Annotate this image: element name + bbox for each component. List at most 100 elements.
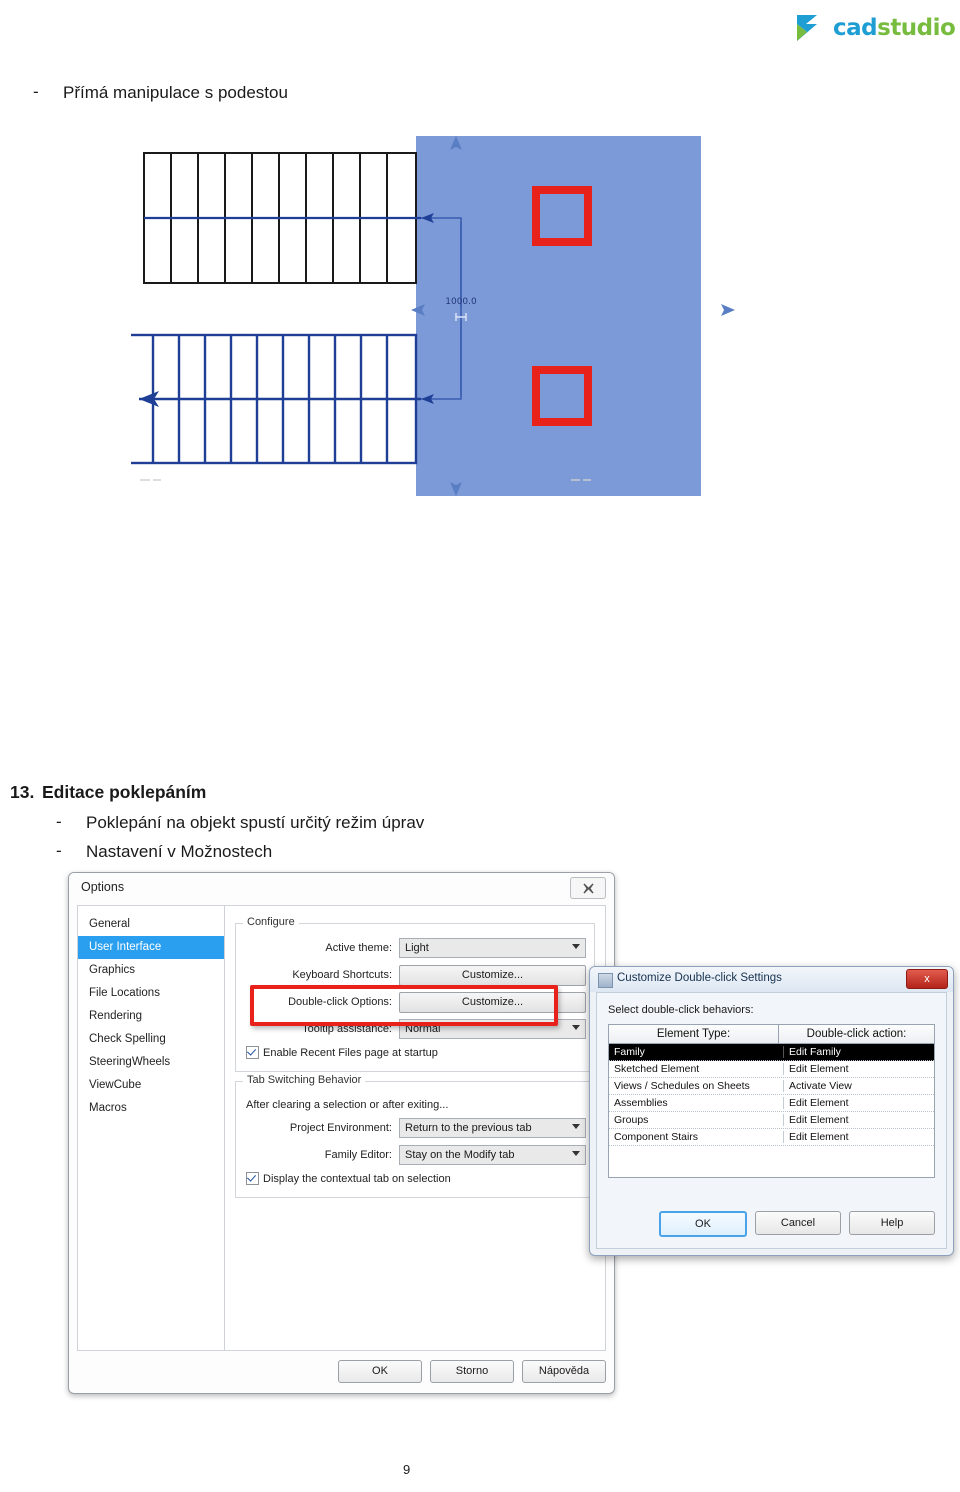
page-title: Editace poklepáním: [42, 782, 207, 802]
cell-element-type: Sketched Element: [609, 1063, 784, 1075]
dc-dialog-title: Customize Double-click Settings: [617, 972, 782, 984]
sidebar-item-user-interface[interactable]: User Interface: [78, 936, 224, 959]
tooltip-assistance-row: Tooltip assistance: Normal: [244, 1019, 586, 1039]
tab-switching-note: After clearing a selection or after exit…: [246, 1099, 449, 1111]
dimension-label: 1000.0: [445, 297, 477, 307]
configure-group: Configure Active theme: Light Keyboard S…: [235, 916, 595, 1072]
brand-logo: cadstudio: [793, 8, 956, 48]
double-click-behaviors-table[interactable]: Element Type: Double-click action: Famil…: [608, 1024, 935, 1178]
options-main-panel: Configure Active theme: Light Keyboard S…: [225, 906, 605, 1350]
options-ok-button[interactable]: OK: [338, 1359, 422, 1383]
cell-element-type: Assemblies: [609, 1097, 784, 1109]
enable-recent-files-row[interactable]: Enable Recent Files page at startup: [246, 1046, 586, 1059]
table-header-row: Element Type: Double-click action:: [609, 1025, 934, 1044]
enable-recent-files-checkbox[interactable]: [246, 1046, 259, 1059]
double-click-customize-button[interactable]: Customize...: [399, 991, 586, 1013]
project-environment-select[interactable]: Return to the previous tab: [399, 1118, 586, 1138]
enable-recent-files-label: Enable Recent Files page at startup: [263, 1046, 438, 1059]
options-sidebar: General User Interface Graphics File Loc…: [78, 906, 225, 1350]
sidebar-item-general[interactable]: General: [78, 913, 224, 936]
keyboard-shortcuts-row: Keyboard Shortcuts: Customize...: [244, 964, 586, 986]
table-row[interactable]: Sketched Element Edit Element: [609, 1061, 934, 1078]
family-editor-row: Family Editor: Stay on the Modify tab: [244, 1145, 586, 1165]
tooltip-assistance-label: Tooltip assistance:: [302, 1023, 392, 1035]
table-row[interactable]: Family Edit Family: [609, 1044, 934, 1061]
options-dialog: Options General User Interface Graphics …: [68, 872, 615, 1394]
dc-footer: OK Cancel Help: [659, 1211, 935, 1237]
active-theme-value: Light: [405, 942, 429, 954]
contextual-tab-checkbox[interactable]: [246, 1172, 259, 1185]
tooltip-assistance-select[interactable]: Normal: [399, 1019, 586, 1039]
options-cancel-button[interactable]: Storno: [430, 1359, 514, 1383]
keyboard-shortcuts-label: Keyboard Shortcuts:: [292, 969, 392, 981]
cell-action: Activate View: [789, 1080, 852, 1092]
family-editor-select[interactable]: Stay on the Modify tab: [399, 1145, 586, 1165]
active-theme-label: Active theme:: [325, 942, 392, 954]
brand-word-cad: cad: [833, 14, 878, 41]
configure-group-legend: Configure: [243, 916, 299, 928]
active-theme-select[interactable]: Light: [399, 938, 586, 958]
window-icon: [598, 973, 613, 988]
sidebar-item-file-locations[interactable]: File Locations: [78, 982, 224, 1005]
bullet-nastaveni-text: Nastavení v Možnostech: [86, 842, 273, 861]
dc-body: Select double-click behaviors: Element T…: [596, 992, 947, 1249]
options-dialog-title: Options: [81, 880, 125, 894]
section-number: 13.: [10, 782, 35, 802]
cell-action: Edit Element: [789, 1114, 849, 1126]
cadstudio-ribbon-logo-icon: [793, 11, 827, 45]
brand-wordmark: cadstudio: [833, 14, 956, 41]
tab-switching-group: Tab Switching Behavior After clearing a …: [235, 1074, 595, 1198]
page-number: 9: [403, 1462, 411, 1477]
brand-word-studio: studio: [877, 14, 956, 41]
table-row[interactable]: Component Stairs Edit Element: [609, 1129, 934, 1146]
family-editor-label: Family Editor:: [324, 1149, 392, 1161]
bullet-podesta: - Přímá manipulace s podestou: [33, 82, 288, 103]
dc-titlebar: Customize Double-click Settings x: [590, 967, 953, 992]
bullet-nastaveni: - Nastavení v Možnostech: [56, 841, 272, 862]
sidebar-item-steeringwheels[interactable]: SteeringWheels: [78, 1051, 224, 1074]
double-click-options-label: Double-click Options:: [288, 996, 392, 1008]
column-header-element-type: Element Type:: [609, 1025, 779, 1043]
dc-ok-button[interactable]: OK: [659, 1211, 747, 1237]
sidebar-item-graphics[interactable]: Graphics: [78, 959, 224, 982]
table-row[interactable]: Views / Schedules on Sheets Activate Vie…: [609, 1078, 934, 1095]
cell-element-type: Groups: [609, 1114, 784, 1126]
options-titlebar: Options: [69, 873, 614, 905]
close-glyph: [583, 883, 593, 893]
chevron-down-icon: [572, 1025, 580, 1030]
project-environment-row: Project Environment: Return to the previ…: [244, 1118, 586, 1138]
project-environment-label: Project Environment:: [289, 1122, 392, 1134]
options-body: General User Interface Graphics File Loc…: [77, 905, 606, 1351]
contextual-tab-label: Display the contextual tab on selection: [263, 1172, 451, 1185]
sidebar-item-macros[interactable]: Macros: [78, 1097, 224, 1120]
bullet-poklepani: - Poklepání na objekt spustí určitý reži…: [56, 812, 424, 833]
cell-action: Edit Family: [789, 1046, 841, 1058]
tab-switching-legend: Tab Switching Behavior: [243, 1074, 366, 1086]
active-theme-row: Active theme: Light: [244, 938, 586, 958]
bullet-poklepani-text: Poklepání na objekt spustí určitý režim …: [86, 813, 425, 832]
section-heading: 13. Editace poklepáním: [10, 782, 206, 803]
table-row[interactable]: Groups Edit Element: [609, 1112, 934, 1129]
chevron-down-icon: [572, 1151, 580, 1156]
contextual-tab-row[interactable]: Display the contextual tab on selection: [246, 1172, 586, 1185]
table-row[interactable]: Assemblies Edit Element: [609, 1095, 934, 1112]
dc-help-button[interactable]: Help: [849, 1211, 935, 1235]
sidebar-item-check-spelling[interactable]: Check Spelling: [78, 1028, 224, 1051]
bullet-dash: -: [56, 841, 62, 860]
close-icon[interactable]: [570, 877, 606, 899]
cell-element-type: Component Stairs: [609, 1131, 784, 1143]
cell-element-type: Family: [609, 1046, 784, 1058]
keyboard-shortcuts-customize-button[interactable]: Customize...: [399, 964, 586, 986]
sidebar-item-rendering[interactable]: Rendering: [78, 1005, 224, 1028]
double-click-options-row: Double-click Options: Customize...: [244, 991, 586, 1013]
drag-arrow-right: [721, 304, 735, 316]
column-header-action: Double-click action:: [806, 1028, 907, 1040]
chevron-down-icon: [572, 944, 580, 949]
sidebar-item-viewcube[interactable]: ViewCube: [78, 1074, 224, 1097]
dc-cancel-button[interactable]: Cancel: [755, 1211, 841, 1235]
cell-action: Edit Element: [789, 1097, 849, 1109]
tooltip-assistance-value: Normal: [405, 1023, 441, 1035]
options-help-button[interactable]: Nápověda: [522, 1359, 606, 1383]
close-icon[interactable]: x: [906, 969, 948, 989]
stair-drawing: 1000.0: [131, 130, 741, 505]
